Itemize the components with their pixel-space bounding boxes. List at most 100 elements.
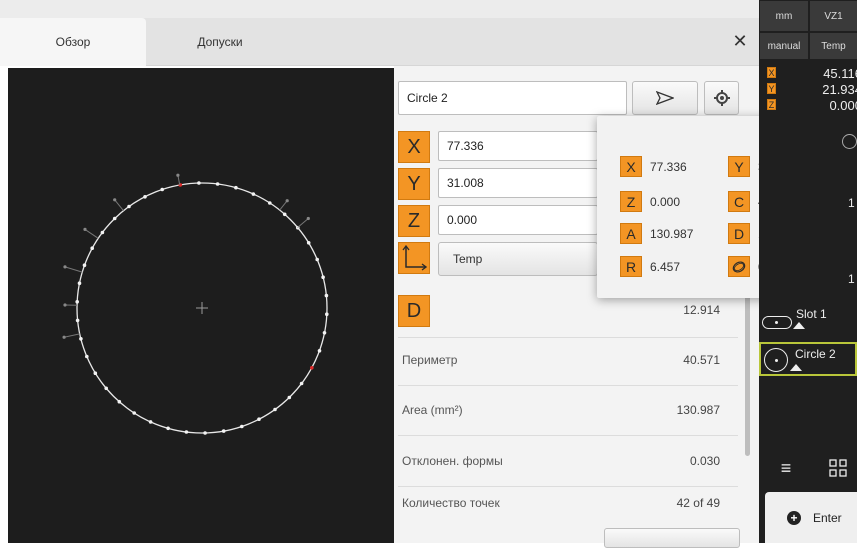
popup-key-z[interactable]: Z: [620, 191, 642, 212]
tab-overview-label: Обзор: [56, 35, 91, 49]
readout-value: 21.934: [800, 82, 857, 97]
property-label: Количество точек: [402, 496, 500, 510]
measured-point: [288, 396, 292, 400]
measured-point: [257, 417, 261, 421]
measured-point: [76, 319, 80, 323]
measured-point: [273, 408, 277, 412]
popup-value: 6.457: [650, 260, 680, 274]
excluded-point-vector: [64, 334, 80, 337]
excluded-point-vector: [298, 219, 309, 228]
grid-icon[interactable]: [829, 459, 847, 477]
x-value: 77.336: [447, 139, 484, 153]
menu-icon[interactable]: ≡: [772, 456, 800, 480]
property-label: Area (mm²): [402, 403, 463, 417]
popup-key-y[interactable]: Y: [728, 156, 750, 177]
excluded-point: [63, 265, 66, 268]
measured-point: [143, 195, 147, 199]
divider: [398, 337, 738, 338]
measured-point: [325, 294, 329, 298]
diameter-value: 12.914: [600, 303, 720, 317]
excluded-point-vector: [85, 229, 98, 238]
measured-point: [234, 186, 238, 190]
measured-point: [268, 201, 272, 205]
feature-item-circle-active[interactable]: Circle 2: [759, 342, 857, 376]
datum-cell[interactable]: VZ1: [810, 1, 857, 31]
excluded-point: [83, 228, 86, 231]
send-icon: [656, 91, 674, 105]
tab-overview[interactable]: Обзор: [0, 18, 146, 66]
popup-value: 77.336: [650, 160, 687, 174]
measured-point: [216, 182, 220, 186]
measured-point: [166, 427, 170, 431]
circle-plot: [8, 68, 394, 543]
gear-icon: [713, 89, 731, 107]
measured-point: [83, 263, 87, 267]
settings-button[interactable]: [704, 81, 739, 115]
excluded-point: [63, 303, 66, 306]
circle-feature-icon: [842, 134, 857, 149]
measured-point: [94, 371, 98, 375]
partial-label: 1: [848, 196, 855, 210]
enter-button[interactable]: + Enter: [765, 492, 857, 543]
diameter-button[interactable]: D: [398, 295, 430, 327]
divider: [398, 486, 738, 487]
coordinate-axes-icon: [401, 245, 427, 271]
readout-value: 45.116: [800, 66, 857, 81]
unit-label: mm: [776, 11, 793, 22]
x-axis-button[interactable]: X: [398, 131, 430, 163]
readout-axis-x: X: [767, 67, 776, 78]
divider: [398, 385, 738, 386]
property-value: 0.030: [580, 454, 720, 468]
property-label: Отклонен. формы: [402, 454, 503, 468]
measurement-view[interactable]: [8, 68, 394, 543]
partial-label: 1: [848, 272, 855, 286]
measured-point: [149, 420, 153, 424]
popup-value: 130.987: [650, 227, 693, 241]
measured-point: [203, 431, 207, 435]
readout-axis-y: Y: [767, 83, 776, 94]
y-value-field[interactable]: 31.008: [438, 168, 598, 198]
popup-key-x[interactable]: X: [620, 156, 642, 177]
x-value-field[interactable]: 77.336: [438, 131, 598, 161]
coord-cell[interactable]: Temp: [810, 33, 857, 59]
property-label: Периметр: [402, 353, 457, 367]
property-value: 42 of 49: [580, 496, 720, 510]
mode-label: manual: [768, 41, 801, 52]
popup-key-r[interactable]: R: [620, 256, 642, 277]
popup-key-d[interactable]: D: [728, 223, 750, 244]
z-axis-button[interactable]: Z: [398, 205, 430, 237]
coord-system-value: Temp: [453, 252, 482, 266]
property-value: 40.571: [580, 353, 720, 367]
measured-point: [197, 181, 201, 185]
close-icon[interactable]: ✕: [725, 26, 755, 56]
excluded-point: [113, 198, 116, 201]
unit-cell[interactable]: mm: [760, 1, 808, 31]
roundness-icon[interactable]: [728, 256, 750, 277]
popup-key-a[interactable]: A: [620, 223, 642, 244]
popup-key-c[interactable]: C: [728, 191, 750, 212]
measured-point: [307, 241, 311, 245]
feature-item-slot[interactable]: Slot 1: [760, 306, 857, 338]
send-button[interactable]: [632, 81, 698, 115]
bottom-action-button[interactable]: [604, 528, 740, 548]
y-value: 31.008: [447, 176, 484, 190]
excluded-point: [176, 174, 179, 177]
z-value: 0.000: [447, 213, 477, 227]
measured-point: [79, 337, 83, 341]
coord-label: Temp: [821, 41, 845, 52]
z-value-field[interactable]: 0.000: [438, 205, 598, 235]
y-axis-button[interactable]: Y: [398, 168, 430, 200]
measured-point: [113, 217, 117, 221]
excluded-point: [286, 199, 289, 202]
measured-point: [132, 411, 136, 415]
coord-system-button[interactable]: [398, 242, 430, 274]
measured-point: [252, 192, 256, 196]
readout-axis-z: Z: [767, 99, 776, 110]
coord-system-select[interactable]: Temp: [438, 242, 598, 276]
measured-point: [90, 246, 94, 250]
popup-value: 0.000: [650, 195, 680, 209]
mode-cell[interactable]: manual: [760, 33, 808, 59]
measured-point: [318, 349, 322, 353]
tab-tolerances[interactable]: Допуски: [150, 18, 290, 66]
feature-name-input[interactable]: Circle 2: [398, 81, 627, 115]
